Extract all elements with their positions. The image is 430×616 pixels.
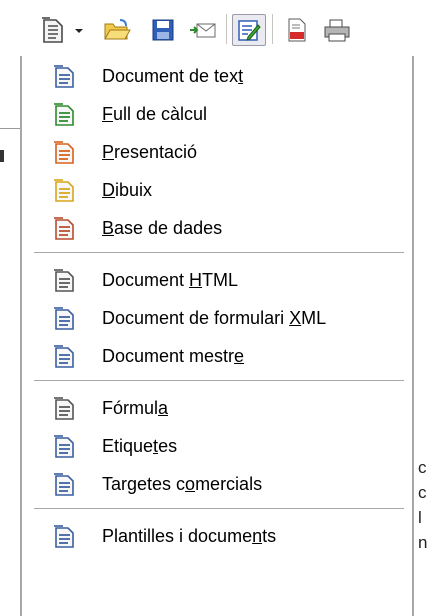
background-char: c — [418, 458, 427, 477]
menu-separator — [34, 252, 404, 256]
new-document-button[interactable] — [36, 14, 70, 46]
business-cards-icon — [54, 473, 74, 496]
toolbar-separator — [272, 14, 273, 44]
menu-item-label: Presentació — [102, 142, 198, 162]
print-button[interactable] — [320, 14, 354, 46]
background-char: c — [418, 483, 427, 502]
menu-item-label: Document mestre — [102, 346, 245, 366]
standard-toolbar — [0, 0, 430, 54]
background-char: n — [418, 533, 428, 552]
accelerator-key: X — [289, 308, 302, 328]
impress-presentation-icon — [54, 141, 74, 164]
accelerator-key: B — [102, 218, 115, 238]
html-document-icon — [54, 269, 74, 292]
new-document-dropdown-menu: Document de text Full de càlcul Presentaci… — [20, 56, 414, 616]
menu-item-label: Etiquetes — [102, 436, 178, 456]
menu-item-math-formula[interactable]: Fórmula — [22, 390, 412, 428]
menu-item-label: Fórmula — [102, 398, 169, 418]
toolbar-separator — [226, 14, 227, 44]
save-disk-icon — [152, 19, 174, 41]
background-char: l — [418, 508, 422, 527]
email-icon — [190, 23, 216, 38]
export-pdf-icon — [288, 18, 306, 42]
labels-icon — [54, 435, 74, 458]
draw-drawing-icon — [54, 179, 74, 202]
menu-item-writer-document[interactable]: Document de text — [22, 58, 412, 96]
xml-form-document-icon — [54, 307, 74, 330]
edit-file-icon — [238, 20, 261, 41]
menu-separator — [34, 380, 404, 384]
background-ruler-mark — [0, 150, 4, 162]
arrow-down-icon — [75, 29, 83, 33]
accelerator-key: e — [234, 346, 245, 366]
menu-item-label: Plantilles i documents — [102, 526, 277, 546]
menu-item-business-cards[interactable]: Targetes comercials — [22, 466, 412, 504]
calc-spreadsheet-icon — [54, 103, 74, 126]
menu-item-html-document[interactable]: Document HTML — [22, 262, 412, 300]
menu-item-label: Document de text — [102, 66, 244, 86]
accelerator-key: t — [238, 66, 244, 86]
accelerator-key: F — [102, 104, 113, 124]
menu-item-calc-spreadsheet[interactable]: Full de càlcul — [22, 96, 412, 134]
menu-item-labels[interactable]: Etiquetes — [22, 428, 412, 466]
menu-item-label: Dibuix — [102, 180, 153, 200]
accelerator-key: n — [252, 526, 263, 546]
menu-item-label: Targetes comercials — [102, 474, 263, 494]
menu-separator — [34, 508, 404, 512]
menu-item-templates[interactable]: Plantilles i documents — [22, 518, 412, 556]
export-pdf-button[interactable] — [280, 14, 314, 46]
new-document-icon — [42, 17, 63, 43]
menu-item-xml-form-document[interactable]: Document de formulari XML — [22, 300, 412, 338]
menu-item-draw-drawing[interactable]: Dibuix — [22, 172, 412, 210]
accelerator-key: D — [102, 180, 115, 200]
menu-item-base-database[interactable]: Base de dades — [22, 210, 412, 248]
open-button[interactable] — [100, 14, 134, 46]
accelerator-key: o — [185, 474, 196, 494]
accelerator-key: a — [158, 398, 169, 418]
menu-item-label: Full de càlcul — [102, 104, 208, 124]
master-document-icon — [54, 345, 74, 368]
print-icon — [324, 19, 350, 42]
math-formula-icon — [54, 397, 74, 420]
open-folder-icon — [104, 19, 131, 40]
menu-item-impress-presentation[interactable]: Presentació — [22, 134, 412, 172]
menu-item-label: Document HTML — [102, 270, 239, 290]
accelerator-key: H — [189, 270, 203, 290]
templates-icon — [54, 525, 74, 548]
email-button[interactable] — [186, 14, 220, 46]
background-document-edge — [0, 128, 20, 129]
accelerator-key: t — [153, 436, 159, 456]
writer-document-icon — [54, 65, 74, 88]
accelerator-key: P — [102, 142, 115, 162]
base-database-icon — [54, 217, 74, 240]
new-dropdown-arrow[interactable] — [70, 18, 88, 44]
menu-item-master-document[interactable]: Document mestre — [22, 338, 412, 376]
menu-item-label: Base de dades — [102, 218, 223, 238]
menu-item-label: Document de formulari XML — [102, 308, 327, 328]
background-document-text: c c l n — [418, 455, 427, 555]
save-button[interactable] — [146, 14, 180, 46]
edit-file-button[interactable] — [232, 14, 266, 46]
